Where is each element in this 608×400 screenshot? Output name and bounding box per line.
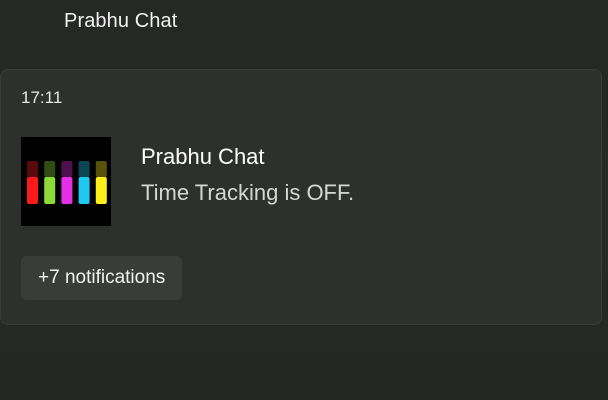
notification-title: Prabhu Chat	[141, 144, 265, 169]
logo-bar	[27, 177, 38, 204]
notification-message: Time Tracking is OFF.	[141, 180, 355, 205]
more-notifications-button[interactable]: +7 notifications	[21, 256, 183, 300]
logo-bar-glow	[44, 161, 56, 177]
logo-bar-glow	[95, 161, 107, 177]
notification-group-header: Prabhu Chat	[64, 10, 178, 32]
logo-bar-glow	[78, 161, 90, 177]
logo-bar	[95, 177, 107, 204]
notification-timestamp: 17:11	[21, 88, 63, 107]
logo-bar	[78, 177, 90, 204]
logo-bars	[27, 161, 107, 204]
notification-card[interactable]: 17:11 Prabhu Chat Time Tracking is OFF. …	[0, 69, 602, 325]
logo-bar-glow	[27, 161, 38, 177]
logo-bar	[44, 177, 56, 204]
prabhu-chat-logo-icon	[21, 137, 111, 226]
logo-bar	[61, 177, 73, 204]
logo-bar-glow	[61, 161, 73, 177]
